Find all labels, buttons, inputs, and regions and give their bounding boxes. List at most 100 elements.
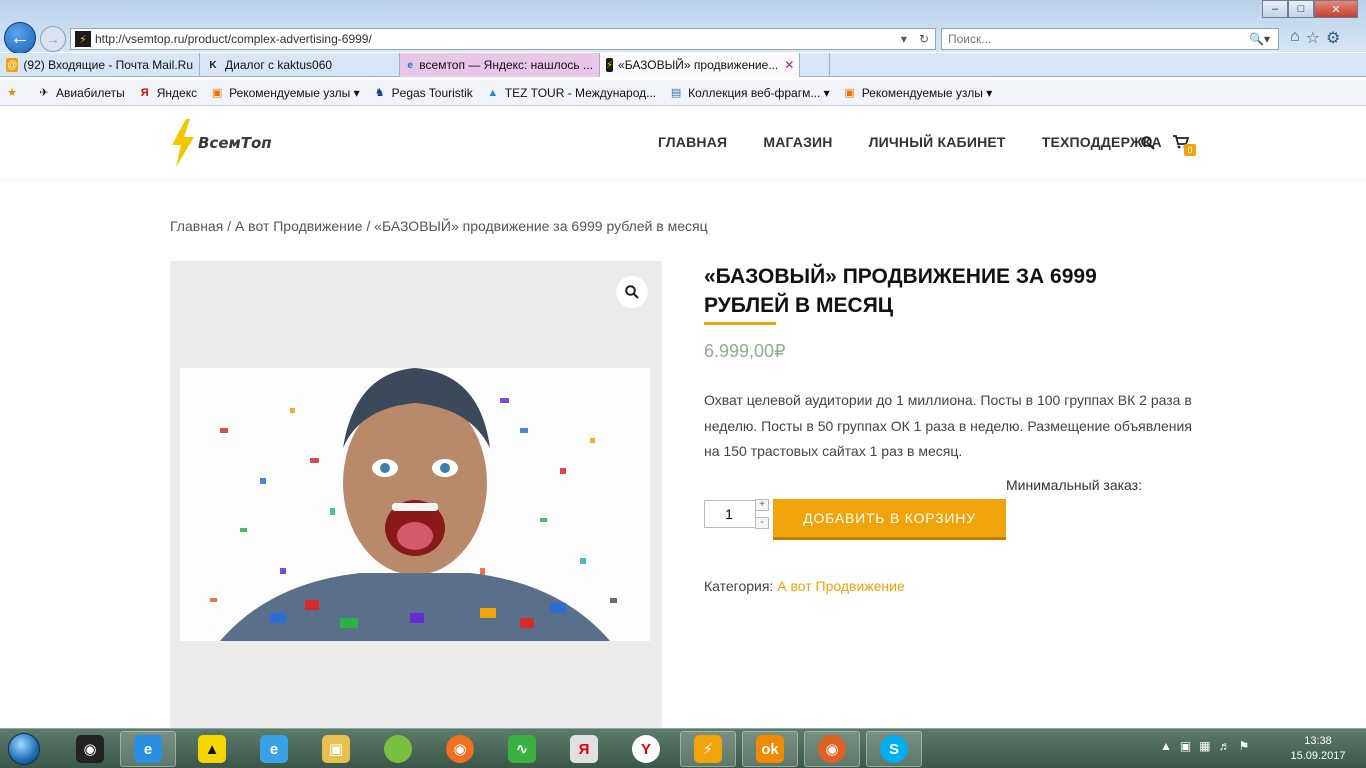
breadcrumb[interactable]: Главная / А вот Продвижение / «БАЗОВЫЙ» … [170,218,708,234]
tray-network-icon[interactable]: ▣ [1180,739,1191,753]
wifi-icon: ∿ [508,735,536,763]
taskbar-ie[interactable]: e [120,731,176,767]
yandex-browser-icon: Y [632,735,660,763]
bolt-icon: ⚡ [694,735,722,763]
taskbar-ie-2[interactable]: e [246,731,302,767]
maximize-button[interactable]: □ [1288,0,1314,18]
speaker-icon: ◉ [76,735,104,763]
forward-button[interactable]: → [40,26,66,52]
back-button[interactable]: ← [4,22,36,54]
product-title-bold: «БАЗОВЫЙ» [704,265,837,288]
tab-product[interactable]: ⚡ «БАЗОВЫЙ» продвижение... ✕ [600,53,800,77]
fav-avia[interactable]: ✈ Авиабилеты [36,85,124,101]
product-category: Категория: А вот Продвижение [704,578,905,594]
product-price: 6.999,00₽ [704,341,786,361]
product-image[interactable] [180,368,650,641]
quantity-field[interactable] [704,500,756,528]
category-label: Категория: [704,578,778,594]
address-dropdown-icon[interactable]: ▾ [901,32,907,46]
recommended-icon: ▣ [211,87,223,99]
taskbar-explorer[interactable]: ▣ [308,731,364,767]
tray-flag-icon[interactable]: ⚑ [1239,739,1250,753]
address-bar[interactable]: ⚡ http://vsemtop.ru/product/complex-adve… [70,28,936,50]
product-title: «БАЗОВЫЙ» ПРОДВИЖЕНИЕ ЗА 6999 РУБЛЕЙ В М… [704,262,1184,320]
taskbar-firefox-2[interactable]: ◉ [804,731,860,767]
browser-search-input[interactable] [948,32,1250,46]
main-nav: ГЛАВНАЯ МАГАЗИН ЛИЧНЫЙ КАБИНЕТ ТЕХПОДДЕР… [658,134,1198,150]
yandex-icon: Я [140,86,149,99]
fav-recommended-1[interactable]: ▣ Рекомендуемые узлы ▾ [209,85,360,101]
title-underline [704,322,776,325]
web-slice-icon: ▤ [670,87,682,99]
tray-volume-icon[interactable]: ♬ [1219,739,1231,753]
site-logo[interactable]: ВсемТоп [170,119,272,167]
taskbar-skype[interactable]: S [866,731,922,767]
min-order-label: Минимальный заказ: [1006,477,1142,493]
yandex-icon: Я [570,735,598,763]
fav-tez-tour[interactable]: ▲ TEZ TOUR - Международ... [485,85,656,101]
site-header: ВсемТоп ГЛАВНАЯ МАГАЗИН ЛИЧНЫЙ КАБИНЕТ Т… [0,107,1366,179]
plane-icon: ✈ [39,87,49,99]
close-tab-icon[interactable]: ✕ [784,58,794,72]
taskbar-media[interactable]: ◉ [62,731,118,767]
fav-yandex[interactable]: Я Яндекс [137,85,197,101]
folder-icon: ▣ [322,735,350,763]
nav-shop[interactable]: МАГАЗИН [763,134,832,150]
clock-date: 15.09.2017 [1290,750,1346,762]
taskbar-ok[interactable]: ok [742,731,798,767]
start-button[interactable] [4,731,44,767]
browser-search-bar[interactable]: 🔍▾ [941,28,1279,50]
cart-count-badge: 0 [1184,144,1196,156]
nav-home[interactable]: ГЛАВНАЯ [658,134,727,150]
bat-icon: ▲ [198,735,226,763]
quantity-input[interactable] [705,501,753,527]
close-window-button[interactable]: ✕ [1314,0,1358,18]
windows-logo-icon [8,733,40,765]
settings-gear-icon[interactable]: ⚙ [1326,28,1340,48]
tab-mail[interactable]: @ (92) Входящие - Почта Mail.Ru [0,53,200,77]
magnifier-icon [625,285,639,299]
taskbar-firefox[interactable]: ◉ [432,731,488,767]
firefox-icon: ◉ [818,735,846,763]
product-description: Охват целевой аудитории до 1 миллиона. П… [704,392,1192,459]
system-clock[interactable]: 13:38 15.09.2017 [1288,734,1348,764]
system-tray: ▲ ▣ ▦ ♬ ⚑ [1160,739,1249,753]
refresh-icon[interactable]: ↻ [919,32,929,46]
taskbar-app-active-1[interactable]: ⚡ [680,731,736,767]
taskbar-bat[interactable]: ▲ [184,731,240,767]
url-text[interactable]: http://vsemtop.ru/product/complex-advert… [95,32,895,46]
search-icon[interactable]: 🔍▾ [1249,32,1270,46]
taskbar-yandex-browser[interactable]: Y [618,731,674,767]
bolt-icon: ⚡ [606,58,614,72]
fav-pegas[interactable]: ♞ Pegas Touristik [372,85,473,101]
zoom-button[interactable] [616,276,648,308]
new-tab-button[interactable] [800,53,830,77]
mail-icon: @ [6,58,19,72]
taskbar-app-green[interactable] [370,731,426,767]
minimize-button[interactable]: – [1262,0,1288,18]
tab-strip: @ (92) Входящие - Почта Mail.Ru K Диалог… [0,53,1366,77]
add-to-cart-button[interactable]: ДОБАВИТЬ В КОРЗИНУ [773,499,1006,540]
favorites-star-icon[interactable]: ★ [4,85,24,101]
tray-expand-icon[interactable]: ▲ [1160,739,1172,753]
site-favicon-icon: ⚡ [75,31,91,47]
quantity-decrease-button[interactable]: - [755,517,769,529]
fav-recommended-2[interactable]: ▣ Рекомендуемые узлы ▾ [842,85,993,101]
taskbar-yandex[interactable]: Я [556,731,612,767]
category-link[interactable]: А вот Продвижение [777,578,905,594]
favorites-star-icon[interactable]: ☆ [1306,28,1320,48]
quantity-increase-button[interactable]: + [755,499,769,511]
fav-web-slices[interactable]: ▤ Коллекция веб-фрагм... ▾ [668,85,830,101]
home-icon[interactable]: ⌂ [1290,28,1300,48]
site-search-icon[interactable] [1141,136,1155,150]
nav-account[interactable]: ЛИЧНЫЙ КАБИНЕТ [869,134,1006,150]
browser-toolbar: ← → ⚡ http://vsemtop.ru/product/complex-… [0,0,1366,54]
app-green-icon [384,735,412,763]
tab-yandex-search[interactable]: e всемтоп — Яндекс: нашлось ... [400,53,600,77]
windows-taskbar: ◉ e ▲ e ▣ ◉ ∿ Я Y ⚡ ok ◉ S ▲ ▣ ▦ ♬ ⚑ 13:… [0,728,1366,768]
tab-dialog[interactable]: K Диалог с kaktus060 [200,53,400,77]
taskbar-wifi-app[interactable]: ∿ [494,731,550,767]
ie-icon: e [407,59,413,71]
tray-security-icon[interactable]: ▦ [1199,739,1210,753]
odnoklassniki-icon: ok [756,735,784,763]
